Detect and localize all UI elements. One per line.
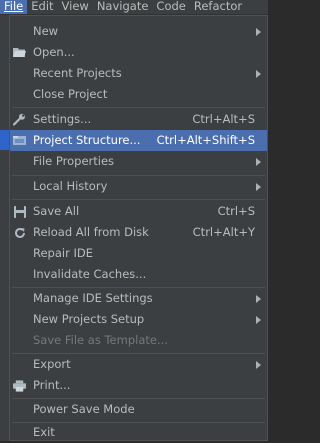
menu-item-invalidate-caches[interactable]: Invalidate Caches...: [10, 264, 267, 285]
menu-edit[interactable]: Edit: [27, 0, 57, 14]
menu-item-new-projects-setup[interactable]: New Projects Setup: [10, 309, 267, 330]
menu-item-label: Save All: [33, 204, 80, 218]
printer-icon: [13, 379, 26, 392]
menu-item-shortcut: Ctrl+Alt+Shift+S: [156, 133, 255, 147]
menu-item-reload-all-from-disk[interactable]: Reload All from Disk Ctrl+Alt+Y: [10, 222, 267, 243]
menu-item-label: Recent Projects: [33, 66, 122, 80]
editor-background-selection: [0, 130, 9, 150]
menu-item-label: Save File as Template...: [33, 333, 168, 347]
menu-item-label: Local History: [33, 179, 108, 193]
menu-item-project-structure[interactable]: Project Structure... Ctrl+Alt+Shift+S: [10, 130, 267, 151]
submenu-arrow-icon: [256, 70, 261, 78]
menu-item-close-project[interactable]: Close Project: [10, 84, 267, 105]
menu-item-label: Settings...: [33, 112, 92, 126]
menu-item-label: Close Project: [33, 87, 108, 101]
project-structure-icon: [13, 134, 26, 147]
menu-item-label: New Projects Setup: [33, 312, 145, 326]
menu-item-label: Exit: [33, 425, 55, 439]
save-icon: [13, 205, 26, 218]
menu-navigate-label: Navigate: [96, 0, 149, 13]
menu-view[interactable]: View: [58, 0, 93, 14]
menu-refactor[interactable]: Refactor: [190, 0, 246, 14]
submenu-arrow-icon: [256, 158, 261, 166]
menu-item-save-all[interactable]: Save All Ctrl+S: [10, 201, 267, 222]
menu-code[interactable]: Code: [152, 0, 189, 14]
menu-item-label: File Properties: [33, 154, 115, 168]
submenu-arrow-icon: [256, 183, 261, 191]
menu-item-shortcut: Ctrl+Alt+Y: [192, 225, 255, 239]
submenu-arrow-icon: [256, 316, 261, 324]
menu-item-repair-ide[interactable]: Repair IDE: [10, 243, 267, 264]
editor-background: [0, 15, 9, 130]
menu-item-open[interactable]: Open...: [10, 42, 267, 63]
menu-item-manage-ide-settings[interactable]: Manage IDE Settings: [10, 288, 267, 309]
menu-navigate[interactable]: Navigate: [93, 0, 153, 14]
menu-item-power-save-mode[interactable]: Power Save Mode: [10, 399, 267, 420]
menu-file[interactable]: File: [0, 0, 28, 14]
menu-item-label: Export: [33, 357, 71, 371]
menu-item-label: Manage IDE Settings: [33, 291, 153, 305]
menu-item-label: Print...: [33, 378, 71, 392]
menu-refactor-label: Refactor: [193, 0, 243, 13]
wrench-icon: [13, 113, 26, 126]
submenu-arrow-icon: [256, 28, 261, 36]
menu-item-file-properties[interactable]: File Properties: [10, 151, 267, 172]
menu-item-shortcut: Ctrl+S: [217, 204, 255, 218]
menu-item-label: New: [33, 24, 59, 38]
menu-item-label: Reload All from Disk: [33, 225, 149, 239]
menu-item-settings[interactable]: Settings... Ctrl+Alt+S: [10, 109, 267, 130]
menu-item-export[interactable]: Export: [10, 354, 267, 375]
editor-background-lower: [0, 150, 9, 441]
menu-file-label: File: [4, 0, 24, 13]
menu-item-label: Open...: [33, 45, 75, 59]
menu-item-new[interactable]: New: [10, 21, 267, 42]
menu-bar: File Edit View Navigate Code Refactor: [0, 0, 268, 15]
menu-separator: [12, 107, 265, 108]
menu-item-local-history[interactable]: Local History: [10, 176, 267, 197]
menu-item-label: Invalidate Caches...: [33, 267, 147, 281]
file-menu-dropdown: New Open... Recent Projects Close Projec…: [9, 15, 268, 441]
menu-edit-label: Edit: [31, 0, 54, 13]
menu-item-label: Repair IDE: [33, 246, 93, 260]
menu-code-label: Code: [156, 0, 186, 13]
reload-icon: [13, 226, 26, 239]
menu-item-print[interactable]: Print...: [10, 375, 267, 396]
menu-separator: [12, 199, 265, 200]
submenu-arrow-icon: [256, 361, 261, 369]
menu-item-label: Project Structure...: [33, 133, 141, 147]
menu-item-save-file-as-template: Save File as Template...: [10, 330, 267, 351]
menu-item-exit[interactable]: Exit: [10, 422, 267, 443]
menu-view-label: View: [61, 0, 89, 13]
menu-item-label: Power Save Mode: [33, 402, 135, 416]
folder-icon: [13, 46, 26, 59]
submenu-arrow-icon: [256, 295, 261, 303]
menu-item-shortcut: Ctrl+Alt+S: [192, 112, 255, 126]
menu-item-recent-projects[interactable]: Recent Projects: [10, 63, 267, 84]
